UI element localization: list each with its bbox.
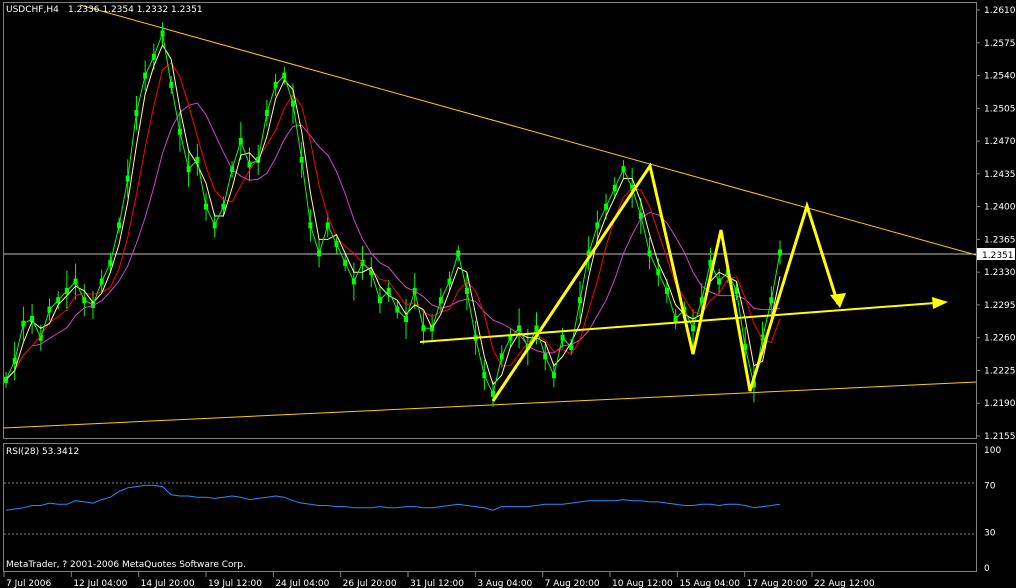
rsi-tick-label: 0 <box>984 564 990 574</box>
symbol-timeframe: USDCHF,H4 <box>6 5 59 15</box>
price-tick-label: 1.2540 <box>984 72 1016 82</box>
rsi-line <box>5 484 781 511</box>
rsi-axis: 100 70 30 0 <box>984 446 1001 574</box>
time-tick-label: 12 Jul 04:00 <box>73 579 127 588</box>
rsi-label: RSI(28) 53.3412 <box>6 447 79 457</box>
chart-canvas[interactable]: 1.2610 1.2575 1.2540 1.2505 1.2470 1.2435 1.24… <box>0 0 1016 588</box>
time-tick-label: 24 Jul 04:00 <box>275 579 329 588</box>
price-tick-label: 1.2155 <box>984 432 1016 442</box>
moving-average-slow <box>5 102 781 381</box>
rsi-tick-label: 30 <box>984 529 996 539</box>
ohlc-values: 1.2336 1.2354 1.2332 1.2351 <box>68 5 203 15</box>
rsi-panel-frame <box>3 443 977 572</box>
price-tick-label: 1.2190 <box>984 399 1016 409</box>
lower-trendline <box>2 381 977 429</box>
time-tick-label: 17 Aug 20:00 <box>747 579 808 588</box>
rsi-tick-label: 70 <box>984 481 996 491</box>
price-tick-label: 1.2365 <box>984 235 1016 245</box>
current-price-label: 1.2351 <box>982 251 1014 261</box>
pattern-arrowhead-down <box>830 293 846 308</box>
price-tick-label: 1.2400 <box>984 203 1016 213</box>
time-tick-label: 3 Aug 04:00 <box>477 579 532 588</box>
price-series-line <box>5 31 781 396</box>
time-tick-label: 19 Jul 12:00 <box>208 579 262 588</box>
price-tick-label: 1.2225 <box>984 366 1016 376</box>
time-tick-label: 7 Jul 2006 <box>6 579 51 588</box>
time-tick-label: 26 Jul 20:00 <box>343 579 397 588</box>
price-tick-label: 1.2330 <box>984 268 1016 278</box>
price-tick-label: 1.2260 <box>984 334 1016 344</box>
main-panel-frame <box>3 2 977 439</box>
time-tick-label: 15 Aug 04:00 <box>679 579 740 588</box>
price-tick-label: 1.2575 <box>984 39 1016 49</box>
price-tick-label: 1.2295 <box>984 301 1016 311</box>
price-tick-label: 1.2610 <box>984 6 1016 16</box>
price-tick-label: 1.2435 <box>984 170 1016 180</box>
neckline-arrow <box>419 302 936 343</box>
price-tick-label: 1.2505 <box>984 104 1016 114</box>
time-tick-label: 7 Aug 20:00 <box>545 579 600 588</box>
price-axis: 1.2610 1.2575 1.2540 1.2505 1.2470 1.2435 1.24… <box>976 6 1016 442</box>
time-axis: 7 Jul 2006 12 Jul 04:00 14 Jul 20:00 19 Jul… <box>3 572 875 588</box>
time-tick-label: 31 Jul 12:00 <box>410 579 464 588</box>
time-tick-label: 14 Jul 20:00 <box>141 579 195 588</box>
moving-average-fast <box>5 44 781 386</box>
copyright-text: MetaTrader, ? 2001-2006 MetaQuotes Softw… <box>6 560 246 570</box>
time-tick-label: 10 Aug 12:00 <box>612 579 673 588</box>
time-tick-label: 22 Aug 12:00 <box>814 579 875 588</box>
neckline-arrowhead <box>932 297 948 309</box>
price-tick-label: 1.2470 <box>984 137 1016 147</box>
rsi-tick-label: 100 <box>984 446 1001 456</box>
